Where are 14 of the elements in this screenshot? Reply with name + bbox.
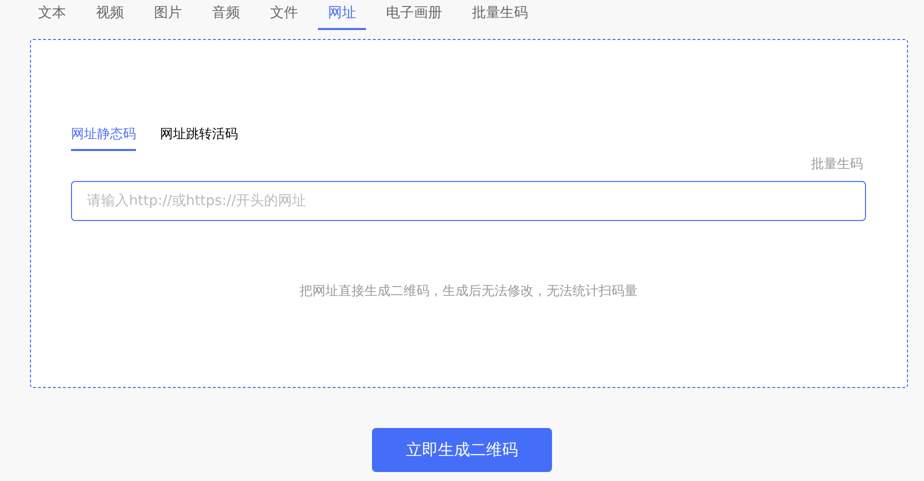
category-tab[interactable]: 图片: [144, 4, 192, 30]
category-tab[interactable]: 文件: [260, 4, 308, 30]
category-tab[interactable]: 批量生码: [462, 4, 538, 30]
url-field[interactable]: 请输入http://或https://开头的网址: [71, 181, 866, 221]
category-tab[interactable]: 网址: [318, 4, 366, 30]
batch-link[interactable]: 批量生码: [811, 155, 863, 173]
category-tab[interactable]: 电子画册: [376, 4, 452, 30]
generate-button[interactable]: 立即生成二维码: [372, 428, 552, 472]
category-tab[interactable]: 文本: [28, 4, 76, 30]
category-tab[interactable]: 视频: [86, 4, 134, 30]
mode-tab[interactable]: 网址跳转活码: [160, 125, 238, 151]
hint-text: 把网址直接生成二维码，生成后无法修改，无法统计扫码量: [300, 283, 638, 300]
category-tab[interactable]: 音频: [202, 4, 250, 30]
mode-tab[interactable]: 网址静态码: [71, 125, 136, 151]
